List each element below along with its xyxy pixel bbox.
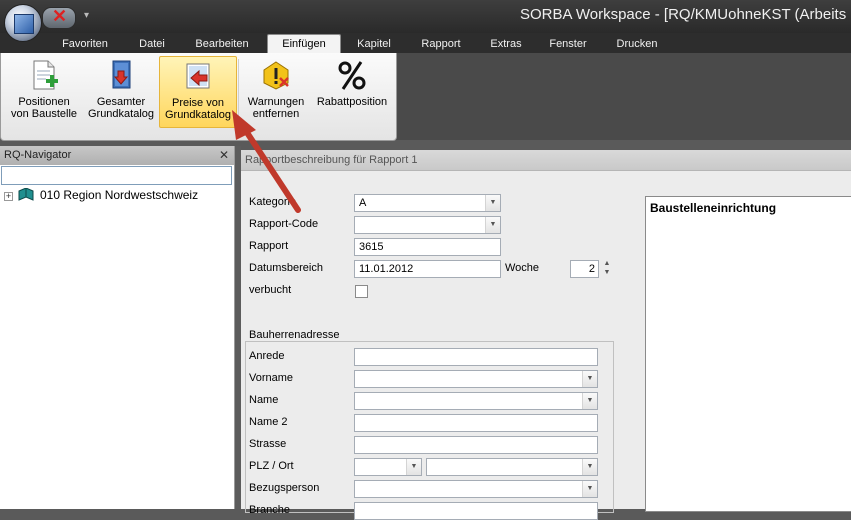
name2-label: Name 2 <box>249 416 288 428</box>
navigator-title: RQ-Navigator <box>4 149 72 161</box>
window-title: SORBA Workspace - [RQ/KMUohneKST (Arbeit… <box>520 6 847 23</box>
notes-title: Baustelleneinrichtung <box>650 201 777 215</box>
plz-ort-label: PLZ / Ort <box>249 460 294 472</box>
tab-kapitel[interactable]: Kapitel <box>348 36 400 53</box>
chevron-down-icon[interactable]: ▼ <box>582 481 597 497</box>
gesamter-grundkatalog-button[interactable]: Gesamter Grundkatalog <box>83 56 159 126</box>
navigator-header: RQ-Navigator ✕ <box>0 146 234 165</box>
price-import-icon <box>186 63 210 89</box>
woche-label: Woche <box>505 262 540 274</box>
strasse-label: Strasse <box>249 438 287 450</box>
document-add-icon <box>33 60 58 90</box>
ort-select[interactable]: ▼ <box>426 458 598 476</box>
form-header: Rapportbeschreibung für Rapport 1 <box>241 150 851 171</box>
annotation-arrow-icon <box>232 110 301 213</box>
section-label-bauherrenadresse: Bauherrenadresse <box>249 329 340 341</box>
anrede-label: Anrede <box>249 350 285 362</box>
tree-expand-icon[interactable]: + <box>4 192 13 201</box>
tree-item-region[interactable]: 010 Region Nordwestschweiz <box>40 188 198 202</box>
ribbon-panel: Positionen von Baustelle Gesamter Grundk… <box>0 53 397 141</box>
baustelleneinrichtung-textarea[interactable]: Baustelleneinrichtung <box>645 196 851 512</box>
chevron-down-icon[interactable]: ▼ <box>485 195 500 211</box>
button-label: Positionen <box>18 96 70 108</box>
tab-fenster[interactable]: Fenster <box>540 36 596 53</box>
chevron-down-icon[interactable]: ▼ <box>582 459 597 475</box>
percent-icon <box>338 61 366 90</box>
verbucht-checkbox[interactable] <box>355 285 368 298</box>
name-select[interactable]: ▼ <box>354 392 598 410</box>
branche-input[interactable] <box>354 502 598 520</box>
button-label: von Baustelle <box>10 108 78 120</box>
close-document-icon[interactable]: ✕ <box>52 6 67 26</box>
button-label: Gesamter <box>96 96 146 108</box>
spin-down-icon[interactable]: ▼ <box>602 269 612 277</box>
kategorie-value: A <box>359 197 367 209</box>
datumsbereich-label: Datumsbereich <box>249 262 323 274</box>
tab-einfuegen[interactable]: Einfügen <box>267 34 341 54</box>
chevron-down-icon[interactable]: ▼ <box>582 393 597 409</box>
application-menu-button[interactable] <box>4 4 42 42</box>
tab-favoriten[interactable]: Favoriten <box>52 36 118 53</box>
name2-input[interactable] <box>354 414 598 432</box>
chevron-down-icon[interactable]: ▼ <box>485 217 500 233</box>
woche-input[interactable]: 2 <box>570 260 599 278</box>
quick-access-dropdown-icon[interactable]: ▾ <box>84 10 89 21</box>
ribbon-background <box>396 53 851 140</box>
address-groupbox: Anrede Vorname ▼ Name ▼ Name 2 Strasse P… <box>245 341 614 520</box>
name-label: Name <box>249 394 279 406</box>
bezugsperson-select[interactable]: ▼ <box>354 480 598 498</box>
tab-drucken[interactable]: Drucken <box>606 36 668 53</box>
book-download-icon <box>112 60 131 89</box>
book-icon <box>18 188 34 201</box>
vorname-label: Vorname <box>249 372 294 384</box>
verbucht-label: verbucht <box>249 284 292 296</box>
ribbon-tab-bar: Favoriten Datei Bearbeiten Einfügen Kapi… <box>0 33 851 54</box>
branche-label: Branche <box>249 504 290 516</box>
datumsbereich-input[interactable]: 11.01.2012 <box>354 260 501 278</box>
bezugsperson-label: Bezugsperson <box>249 482 320 494</box>
tab-extras[interactable]: Extras <box>480 36 532 53</box>
chevron-down-icon[interactable]: ▼ <box>406 459 421 475</box>
positionen-von-baustelle-button[interactable]: Positionen von Baustelle <box>7 56 81 126</box>
rapport-input[interactable]: 3615 <box>354 238 501 256</box>
rapport-code-select[interactable]: ▼ <box>354 216 501 234</box>
button-label: Grundkatalog <box>87 108 155 120</box>
warning-remove-icon <box>263 61 289 90</box>
anrede-input[interactable] <box>354 348 598 366</box>
kategorie-select[interactable]: A ▼ <box>354 194 501 212</box>
button-label: Rabattposition <box>316 96 388 108</box>
vorname-select[interactable]: ▼ <box>354 370 598 388</box>
tab-rapport[interactable]: Rapport <box>410 36 472 53</box>
strasse-input[interactable] <box>354 436 598 454</box>
rabattposition-button[interactable]: Rabattposition <box>313 56 391 126</box>
spin-up-icon[interactable]: ▲ <box>602 260 612 268</box>
tab-bearbeiten[interactable]: Bearbeiten <box>186 36 258 53</box>
tab-datei[interactable]: Datei <box>128 36 176 53</box>
navigator-search-input[interactable] <box>1 166 232 185</box>
app-logo-icon <box>14 14 34 34</box>
chevron-down-icon[interactable]: ▼ <box>582 371 597 387</box>
rapport-form: Rapportbeschreibung für Rapport 1 Katego… <box>241 150 851 520</box>
plz-select[interactable]: ▼ <box>354 458 422 476</box>
rapport-label: Rapport <box>249 240 289 252</box>
